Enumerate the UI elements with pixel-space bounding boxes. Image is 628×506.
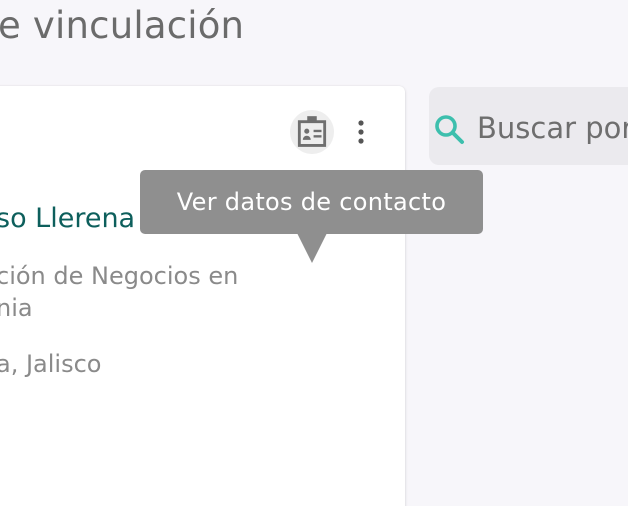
person-name[interactable]: so Llerena — [0, 203, 135, 234]
page-title: e vinculación — [0, 4, 245, 47]
program-name-continued: nia — [0, 294, 33, 322]
tooltip-arrow — [297, 233, 327, 263]
more-vertical-icon — [358, 120, 364, 144]
page: e vinculación so Llerena ción de Negocio… — [0, 0, 628, 506]
contact-card-icon — [297, 116, 327, 147]
location: a, Jalisco — [0, 350, 102, 378]
more-options-button[interactable] — [344, 110, 378, 154]
contact-tooltip: Ver datos de contacto — [140, 170, 483, 234]
view-contact-button[interactable] — [290, 110, 334, 154]
program-name: ción de Negocios en — [0, 262, 239, 290]
search-icon[interactable] — [433, 113, 465, 145]
search-input[interactable] — [477, 104, 628, 152]
